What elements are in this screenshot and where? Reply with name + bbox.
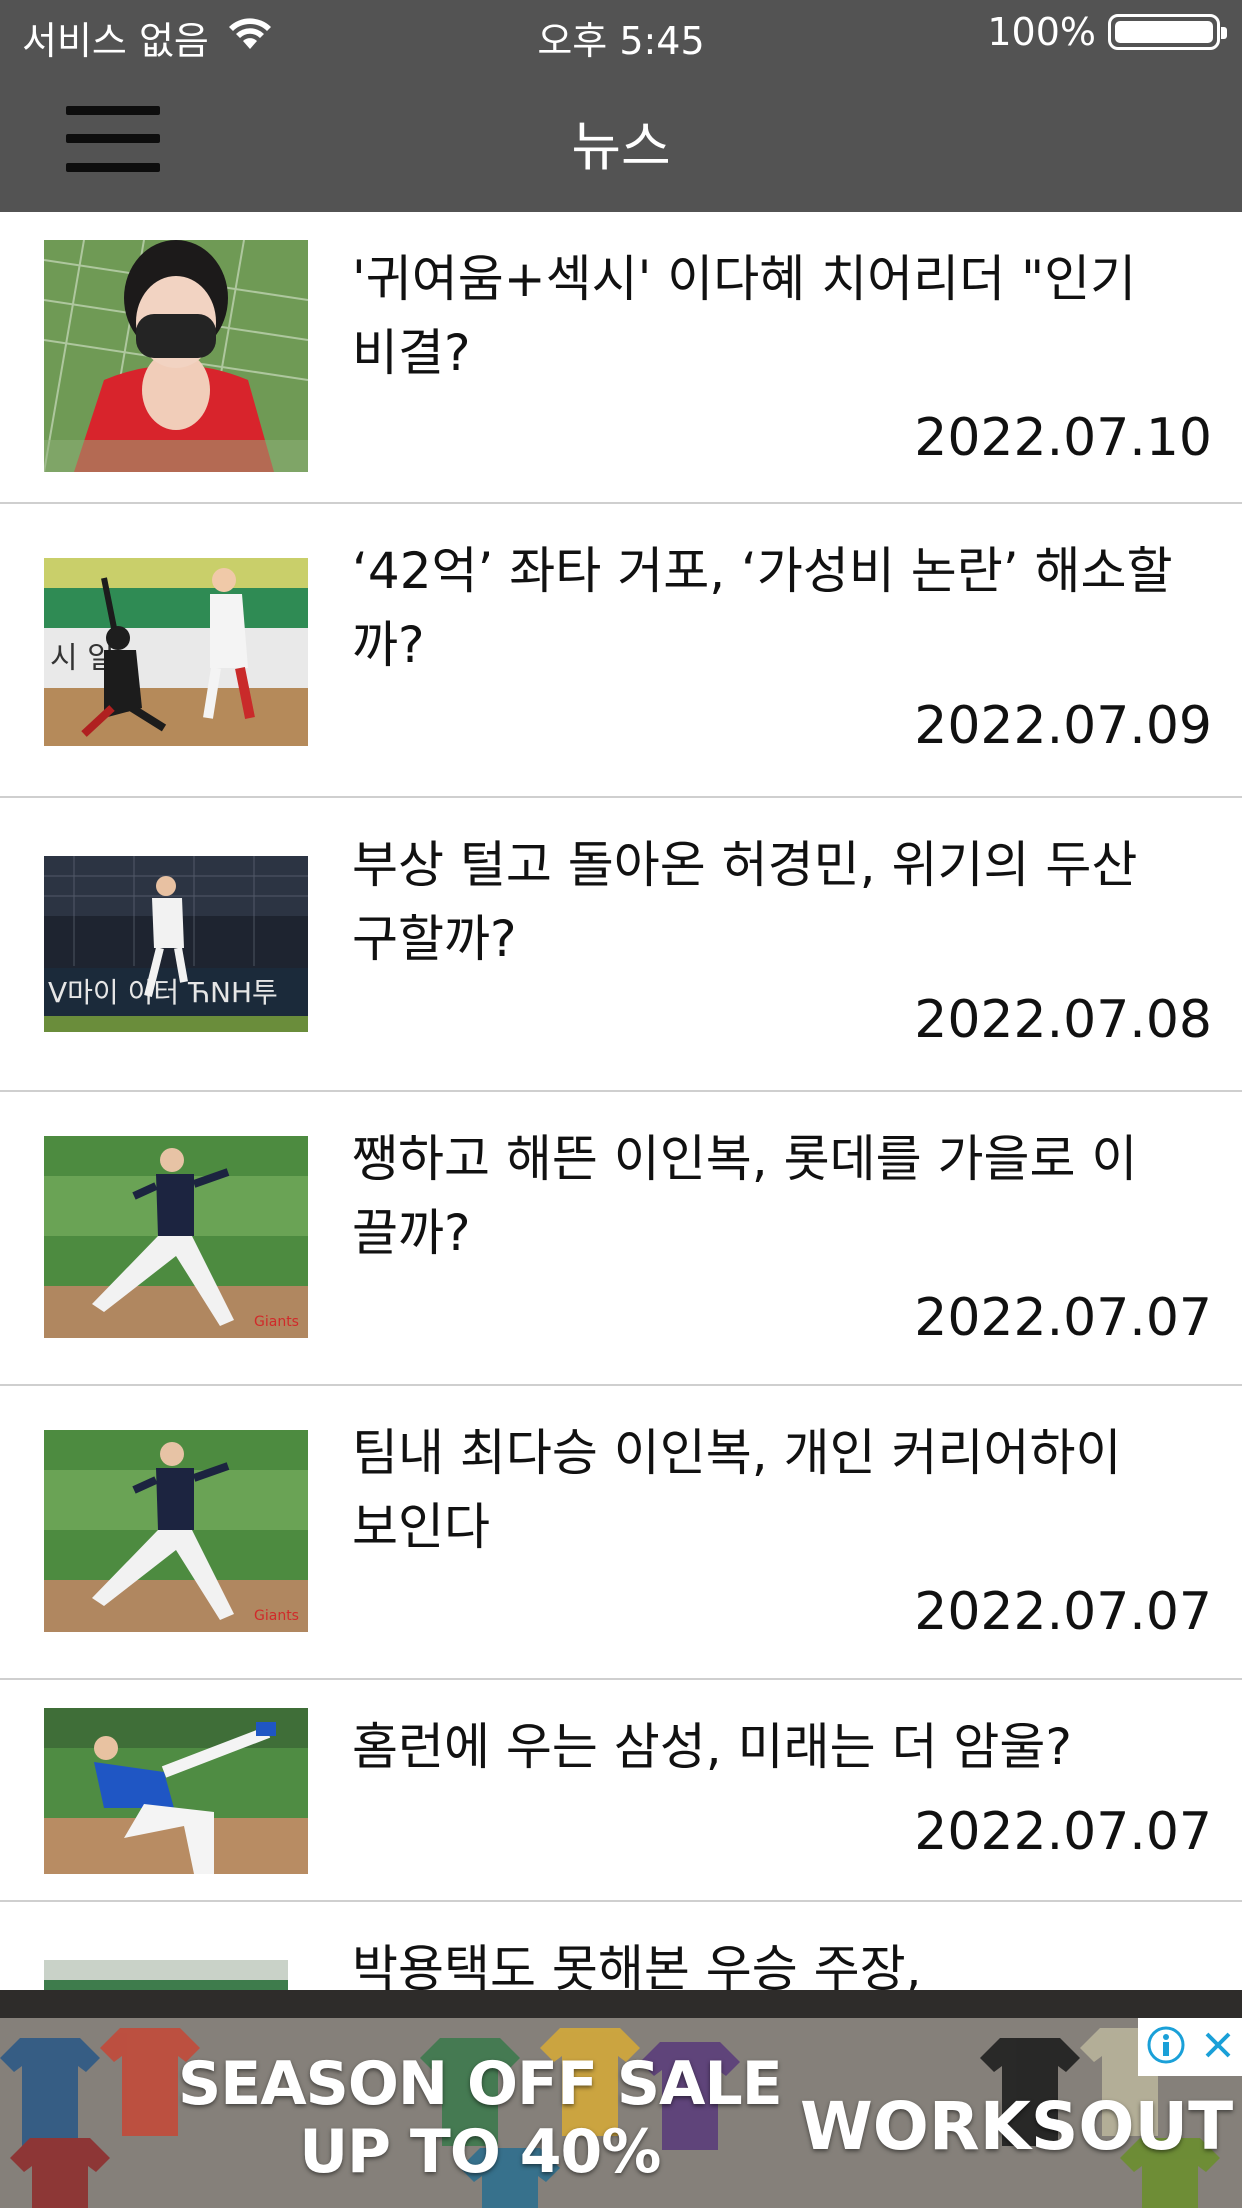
- svg-text:Giants: Giants: [254, 1314, 299, 1330]
- svg-text:V마이 이터 ЋNH투: V마이 이터 ЋNH투: [48, 976, 278, 1009]
- news-thumbnail: [44, 240, 308, 472]
- news-item[interactable]: Giants 쨍하고 해뜬 이인복, 롯데를 가을로 이끌까? 2022.07.…: [0, 1092, 1242, 1386]
- news-thumbnail: Giants: [44, 1136, 308, 1338]
- battery-level: [1115, 21, 1213, 43]
- svg-text:Giants: Giants: [254, 1608, 299, 1624]
- news-thumbnail: Giants: [44, 1430, 308, 1632]
- news-title: 부상 털고 돌아온 허경민, 위기의 두산 구할까?: [352, 836, 1138, 968]
- battery-icon: [1108, 14, 1227, 50]
- ad-top-strip: [0, 1990, 1242, 2018]
- news-thumbnail: 시 일: [44, 558, 308, 746]
- news-title: ‘42억’ 좌타 거포, ‘가성비 논란’ 해소할까?: [352, 542, 1173, 674]
- status-right: 100%: [987, 10, 1227, 54]
- status-bar: 서비스 없음 오후 5:45 100%: [0, 0, 1242, 68]
- news-date: 2022.07.07: [914, 1582, 1212, 1642]
- news-title: 홈런에 우는 삼성, 미래는 더 암울?: [352, 1718, 1072, 1776]
- ad-headline-line1: SEASON OFF SALE: [178, 2049, 783, 2119]
- close-icon[interactable]: [1201, 2028, 1235, 2066]
- page-title: 뉴스: [571, 115, 671, 178]
- news-item[interactable]: V마이 이터 ЋNH투 부상 털고 돌아온 허경민, 위기의 두산 구할까? 2…: [0, 798, 1242, 1092]
- news-thumbnail: V마이 이터 ЋNH투: [44, 856, 308, 1032]
- news-thumbnail: [44, 1708, 308, 1874]
- ad-headline-line2: UP TO 40%: [299, 2117, 661, 2187]
- news-date: 2022.07.08: [914, 990, 1212, 1050]
- news-date: 2022.07.07: [914, 1802, 1212, 1862]
- news-date: 2022.07.09: [914, 696, 1212, 756]
- news-title: 쨍하고 해뜬 이인복, 롯데를 가을로 이끌까?: [352, 1130, 1138, 1262]
- news-date: 2022.07.10: [914, 408, 1212, 468]
- news-item[interactable]: 홈런에 우는 삼성, 미래는 더 암울? 2022.07.07: [0, 1680, 1242, 1902]
- ad-banner[interactable]: SEASON OFF SALE UP TO 40% WORKSOUT: [0, 1990, 1242, 2208]
- battery-percent: 100%: [987, 10, 1096, 54]
- news-item[interactable]: Giants 팀내 최다승 이인복, 개인 커리어하이 보인다 2022.07.…: [0, 1386, 1242, 1680]
- news-item[interactable]: 시 일 ‘42억’ 좌타 거포, ‘가성비 논란’ 해소할까? 2022.07.…: [0, 504, 1242, 798]
- news-title: 팀내 최다승 이인복, 개인 커리어하이 보인다: [352, 1424, 1122, 1556]
- navigation-bar: 뉴스: [0, 68, 1242, 212]
- ad-choices[interactable]: [1138, 2018, 1242, 2076]
- news-item[interactable]: '귀여움+섹시' 이다혜 치어리더 "인기 비결? 2022.07.10: [0, 212, 1242, 504]
- news-title: '귀여움+섹시' 이다혜 치어리더 "인기 비결?: [352, 250, 1137, 382]
- ad-headline: SEASON OFF SALE UP TO 40%: [178, 2049, 783, 2187]
- news-date: 2022.07.07: [914, 1288, 1212, 1348]
- news-list[interactable]: '귀여움+섹시' 이다혜 치어리더 "인기 비결? 2022.07.10 시 일: [0, 212, 1242, 2102]
- info-icon[interactable]: [1146, 2025, 1186, 2069]
- ad-brand: WORKSOUT: [800, 2088, 1234, 2165]
